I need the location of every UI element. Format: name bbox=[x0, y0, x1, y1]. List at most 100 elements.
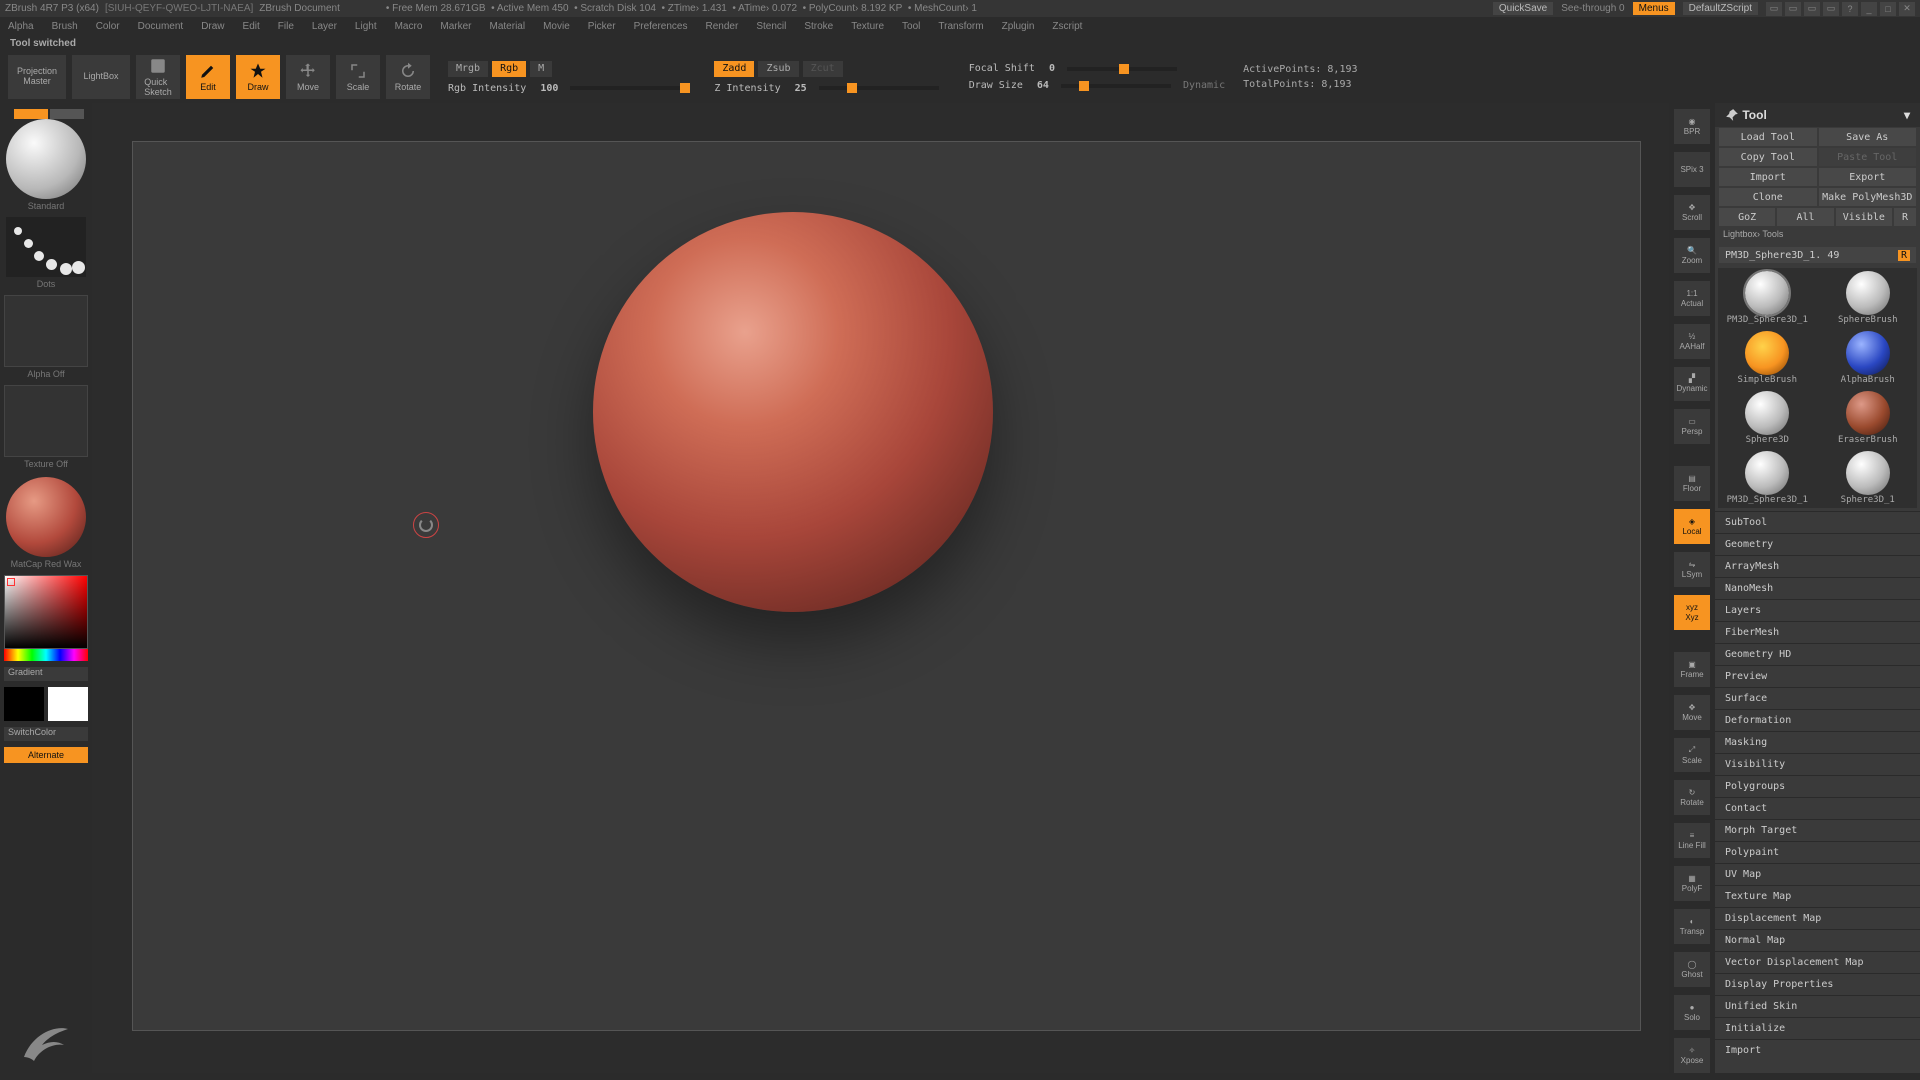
rollout-subtool[interactable]: SubTool bbox=[1715, 511, 1920, 533]
menu-marker[interactable]: Marker bbox=[440, 21, 471, 32]
palette-pm3d_sphere3d_1[interactable]: PM3D_Sphere3D_1 bbox=[1721, 451, 1814, 505]
menu-transform[interactable]: Transform bbox=[938, 21, 983, 32]
tool-load-tool-button[interactable]: Load Tool bbox=[1719, 128, 1817, 146]
zsub-toggle[interactable]: Zsub bbox=[758, 61, 798, 77]
seethrough-slider[interactable]: See-through 0 bbox=[1561, 3, 1624, 14]
menu-file[interactable]: File bbox=[278, 21, 294, 32]
rollout-uv-map[interactable]: UV Map bbox=[1715, 863, 1920, 885]
spix-button[interactable]: SPix 3 bbox=[1674, 152, 1710, 187]
rollout-displacement-map[interactable]: Displacement Map bbox=[1715, 907, 1920, 929]
rollout-polypaint[interactable]: Polypaint bbox=[1715, 841, 1920, 863]
rollout-arraymesh[interactable]: ArrayMesh bbox=[1715, 555, 1920, 577]
menu-light[interactable]: Light bbox=[355, 21, 377, 32]
rollout-unified-skin[interactable]: Unified Skin bbox=[1715, 995, 1920, 1017]
tool-import-button[interactable]: Import bbox=[1719, 168, 1817, 186]
rollout-deformation[interactable]: Deformation bbox=[1715, 709, 1920, 731]
scroll-button[interactable]: ✥Scroll bbox=[1674, 195, 1710, 230]
menu-macro[interactable]: Macro bbox=[395, 21, 423, 32]
switch-color-button[interactable]: SwitchColor bbox=[4, 727, 88, 741]
actual-button[interactable]: 1:1Actual bbox=[1674, 281, 1710, 316]
move-button[interactable]: ✥Move bbox=[1674, 695, 1710, 730]
rollout-vector-displacement-map[interactable]: Vector Displacement Map bbox=[1715, 951, 1920, 973]
edit-button[interactable]: Edit bbox=[186, 55, 230, 99]
alternate-button[interactable]: Alternate bbox=[4, 747, 88, 763]
layout-c-icon[interactable]: ▭ bbox=[1804, 2, 1820, 16]
canvas-area[interactable] bbox=[92, 103, 1669, 1073]
m-toggle[interactable]: M bbox=[530, 61, 552, 77]
help-icon[interactable]: ? bbox=[1842, 2, 1858, 16]
linefill-button[interactable]: ≡Line Fill bbox=[1674, 823, 1710, 858]
rollout-surface[interactable]: Surface bbox=[1715, 687, 1920, 709]
rotate-button[interactable]: ↻Rotate bbox=[1674, 780, 1710, 815]
tool-r-button[interactable]: R bbox=[1894, 208, 1916, 226]
menu-zscript[interactable]: Zscript bbox=[1052, 21, 1082, 32]
tool-goz-button[interactable]: GoZ bbox=[1719, 208, 1775, 226]
polyf-button[interactable]: ▦PolyF bbox=[1674, 866, 1710, 901]
rollout-geometry[interactable]: Geometry bbox=[1715, 533, 1920, 555]
tool-paste-tool-button[interactable]: Paste Tool bbox=[1819, 148, 1917, 166]
persp-button[interactable]: ▭Persp bbox=[1674, 409, 1710, 444]
menu-stencil[interactable]: Stencil bbox=[756, 21, 786, 32]
layout-d-icon[interactable]: ▭ bbox=[1823, 2, 1839, 16]
draw-button[interactable]: Draw bbox=[236, 55, 280, 99]
palette-simplebrush[interactable]: SimpleBrush bbox=[1721, 331, 1814, 385]
material-thumb[interactable]: MatCap Red Wax bbox=[6, 475, 86, 569]
zcut-toggle[interactable]: Zcut bbox=[803, 61, 843, 77]
transp-button[interactable]: ◐Transp bbox=[1674, 909, 1710, 944]
rollout-import[interactable]: Import bbox=[1715, 1039, 1920, 1061]
focal-shift-slider[interactable] bbox=[1067, 67, 1177, 71]
aahalf-button[interactable]: ½AAHalf bbox=[1674, 324, 1710, 359]
floor-button[interactable]: ▤Floor bbox=[1674, 466, 1710, 501]
tool-all-button[interactable]: All bbox=[1777, 208, 1833, 226]
rollout-nanomesh[interactable]: NanoMesh bbox=[1715, 577, 1920, 599]
rollout-display-properties[interactable]: Display Properties bbox=[1715, 973, 1920, 995]
palette-sphere3d[interactable]: Sphere3D bbox=[1721, 391, 1814, 445]
rollout-visibility[interactable]: Visibility bbox=[1715, 753, 1920, 775]
scale-button[interactable]: ⤢Scale bbox=[1674, 738, 1710, 773]
menu-brush[interactable]: Brush bbox=[52, 21, 78, 32]
menu-tool[interactable]: Tool bbox=[902, 21, 920, 32]
rollout-polygroups[interactable]: Polygroups bbox=[1715, 775, 1920, 797]
gradient-button[interactable]: Gradient bbox=[4, 667, 88, 681]
lsym-button[interactable]: ⇋LSym bbox=[1674, 552, 1710, 587]
rollout-geometry-hd[interactable]: Geometry HD bbox=[1715, 643, 1920, 665]
alpha-thumb[interactable]: Alpha Off bbox=[4, 295, 88, 379]
texture-thumb[interactable]: Texture Off bbox=[4, 385, 88, 469]
palette-alphabrush[interactable]: AlphaBrush bbox=[1822, 331, 1915, 385]
color-swatches[interactable] bbox=[4, 687, 88, 721]
menus-toggle[interactable]: Menus bbox=[1633, 2, 1675, 15]
menu-zplugin[interactable]: Zplugin bbox=[1002, 21, 1035, 32]
panel-collapse-icon[interactable]: ▾ bbox=[1904, 108, 1910, 122]
menu-edit[interactable]: Edit bbox=[243, 21, 260, 32]
frame-button[interactable]: ▣Frame bbox=[1674, 652, 1710, 687]
close-icon[interactable]: ✕ bbox=[1899, 2, 1915, 16]
rollout-preview[interactable]: Preview bbox=[1715, 665, 1920, 687]
rollout-layers[interactable]: Layers bbox=[1715, 599, 1920, 621]
solo-button[interactable]: ●Solo bbox=[1674, 995, 1710, 1030]
dynamic-button[interactable]: ▞Dynamic bbox=[1674, 367, 1710, 402]
rgb-intensity-slider[interactable] bbox=[570, 86, 690, 90]
rotate-button[interactable]: Rotate bbox=[386, 55, 430, 99]
xyz-button[interactable]: xyzXyz bbox=[1674, 595, 1710, 630]
current-tool-name[interactable]: PM3D_Sphere3D_1. 49R bbox=[1719, 247, 1916, 263]
palette-spherebrush[interactable]: SphereBrush bbox=[1822, 271, 1915, 325]
menu-movie[interactable]: Movie bbox=[543, 21, 570, 32]
rgb-toggle[interactable]: Rgb bbox=[492, 61, 526, 77]
menu-material[interactable]: Material bbox=[490, 21, 526, 32]
rollout-initialize[interactable]: Initialize bbox=[1715, 1017, 1920, 1039]
menu-preferences[interactable]: Preferences bbox=[634, 21, 688, 32]
lightbox-button[interactable]: LightBox bbox=[72, 55, 130, 99]
tool-make-polymesh3d-button[interactable]: Make PolyMesh3D bbox=[1819, 188, 1917, 206]
mrgb-toggle[interactable]: Mrgb bbox=[448, 61, 488, 77]
xpose-button[interactable]: ✧Xpose bbox=[1674, 1038, 1710, 1073]
rollout-normal-map[interactable]: Normal Map bbox=[1715, 929, 1920, 951]
menu-picker[interactable]: Picker bbox=[588, 21, 616, 32]
minimize-icon[interactable]: _ bbox=[1861, 2, 1877, 16]
sculpt-sphere[interactable] bbox=[593, 212, 993, 612]
quick-sketch-button[interactable]: Quick Sketch bbox=[136, 55, 180, 99]
rollout-fibermesh[interactable]: FiberMesh bbox=[1715, 621, 1920, 643]
pin-icon[interactable] bbox=[1725, 108, 1739, 122]
tool-copy-tool-button[interactable]: Copy Tool bbox=[1719, 148, 1817, 166]
color-picker[interactable] bbox=[4, 575, 88, 661]
quicksave-button[interactable]: QuickSave bbox=[1493, 2, 1553, 15]
